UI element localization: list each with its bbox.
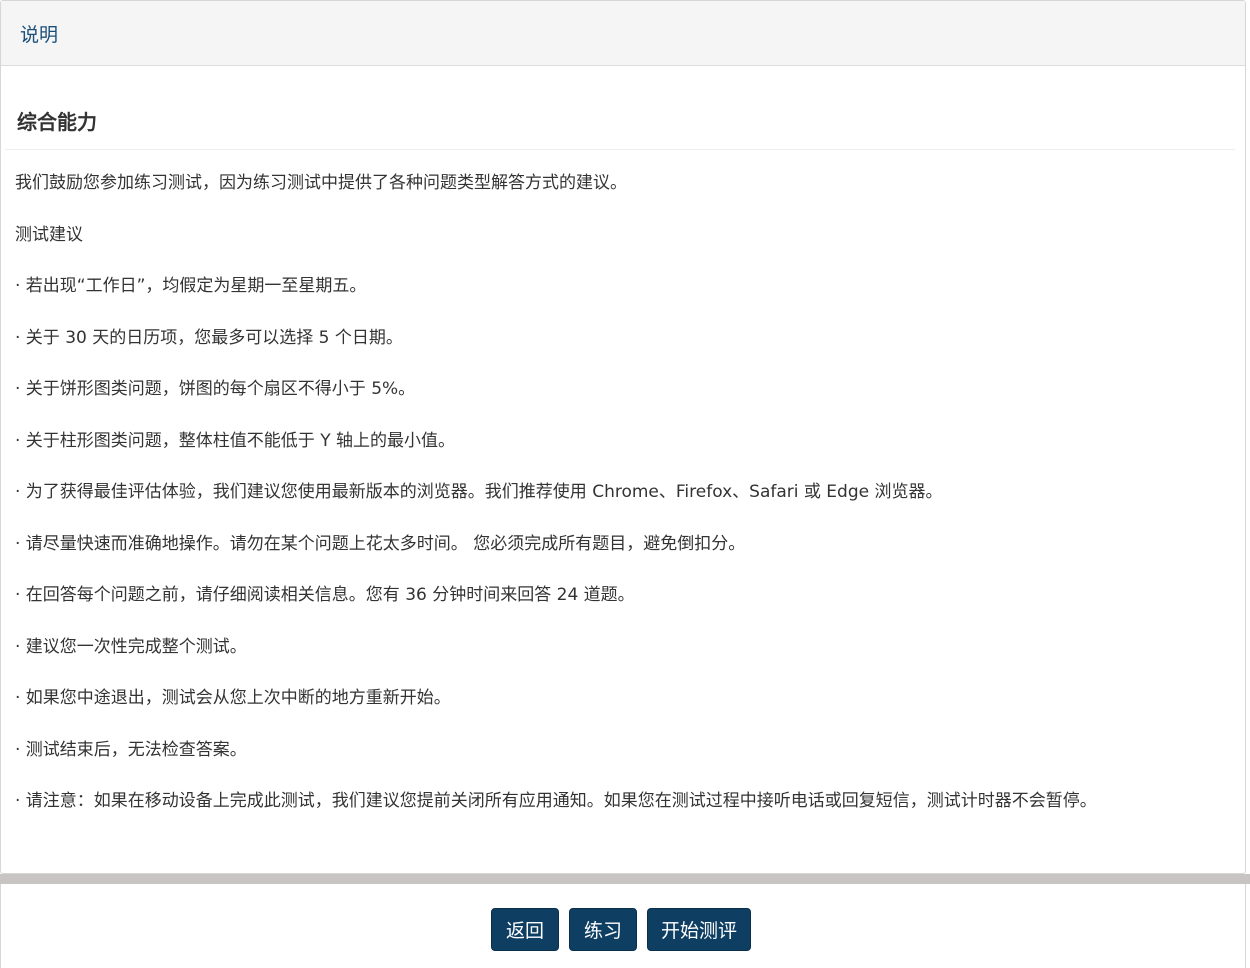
- back-button[interactable]: 返回: [491, 908, 559, 951]
- tip-item: · 建议您一次性完成整个测试。: [15, 636, 247, 657]
- tip-item: · 请注意：如果在移动设备上完成此测试，我们建议您提前关闭所有应用通知。如果您在…: [15, 791, 1097, 811]
- tip-item: · 关于饼形图类问题，饼图的每个扇区不得小于 5%。: [15, 379, 416, 399]
- tip-item: · 如果您中途退出，测试会从您上次中断的地方重新开始。: [15, 688, 451, 708]
- instructions-panel: 说明 综合能力 我们鼓励您参加练习测试，因为练习测试中提供了各种问题类型解答方式…: [0, 0, 1246, 874]
- instructions-content: 我们鼓励您参加练习测试，因为练习测试中提供了各种问题类型解答方式的建议。 测试建…: [1, 150, 1245, 813]
- footer-bar: 返回 练习 开始测评: [0, 884, 1246, 968]
- tip-item: · 关于 30 天的日历项，您最多可以选择 5 个日期。: [15, 327, 403, 348]
- intro-paragraph: 我们鼓励您参加练习测试，因为练习测试中提供了各种问题类型解答方式的建议。: [15, 173, 627, 193]
- tip-item: · 测试结束后，无法检查答案。: [15, 739, 247, 760]
- practice-button[interactable]: 练习: [569, 908, 637, 951]
- tip-item: · 若出现“工作日”，均假定为星期一至星期五。: [15, 276, 367, 296]
- panel-header-title: 说明: [20, 23, 59, 46]
- tip-item: · 请尽量快速而准确地操作。请勿在某个问题上花太多时间。 您必须完成所有题目，避…: [15, 533, 746, 554]
- section-title: 综合能力: [5, 66, 1235, 150]
- tip-item: · 在回答每个问题之前，请仔细阅读相关信息。您有 36 分钟时间来回答 24 道…: [15, 585, 635, 605]
- panel-header: 说明: [1, 1, 1245, 66]
- footer-divider: [0, 874, 1250, 884]
- start-assessment-button[interactable]: 开始测评: [647, 908, 751, 951]
- tips-heading: 测试建议: [15, 224, 83, 245]
- tip-item: · 为了获得最佳评估体验，我们建议您使用最新版本的浏览器。我们推荐使用 Chro…: [15, 482, 943, 502]
- tip-item: · 关于柱形图类问题，整体柱值不能低于 Y 轴上的最小值。: [15, 430, 455, 451]
